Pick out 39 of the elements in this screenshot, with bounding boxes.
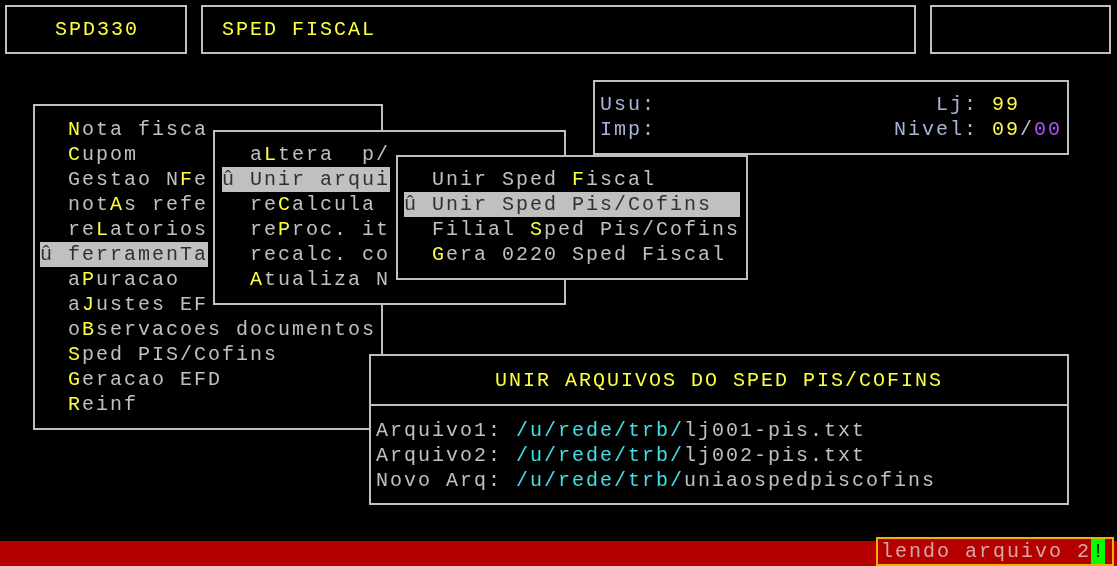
user-label: Usu: [600, 92, 656, 117]
menu-item[interactable]: Unir Sped Fiscal [404, 167, 741, 192]
menu-item[interactable]: oBservacoes documentos [40, 317, 377, 342]
menu-item[interactable]: Cupom [40, 142, 139, 167]
store-value: 99 [992, 93, 1020, 116]
path-value: /u/rede/trb/lj001-pis.txt [516, 418, 867, 443]
menu-item[interactable]: re Latorios [40, 217, 209, 242]
field-label: Novo Arq: [376, 468, 503, 493]
menu-item[interactable]: Nota fisca [40, 117, 209, 142]
menu-item[interactable]: û Unir Sped Pis/Cofins [404, 192, 741, 217]
level-label: Nivel: [893, 118, 978, 141]
field-label: Arquivo2: [376, 443, 503, 468]
menu-item[interactable]: recalc. co [222, 242, 391, 267]
dialog-title: UNIR ARQUIVOS DO SPED PIS/COFINS [494, 367, 944, 393]
menu-item[interactable]: aL tera p/ [222, 142, 391, 167]
menu-item[interactable]: Sped PIS/Cofins [40, 342, 279, 367]
menu-item[interactable]: Reinf [40, 392, 139, 417]
status-message: lendo arquivo 2 [881, 539, 1092, 564]
menu-item[interactable]: aJ ustes EF [40, 292, 209, 317]
path-value: /u/rede/trb/lj002-pis.txt [516, 443, 867, 468]
menu-item[interactable]: Filial Sped Pis/Cofins [404, 217, 741, 242]
menu-item[interactable]: Geracao EFD [40, 367, 223, 392]
level-value: 09/00 [991, 118, 1062, 141]
field-label: Arquivo1: [376, 418, 503, 443]
path-value: /u/rede/trb/uniaospedpiscofins [516, 468, 937, 493]
menu-item[interactable]: û Unir arqui [222, 167, 391, 192]
menu-item[interactable]: aPuracao [40, 267, 181, 292]
menu-item[interactable]: reP roc. it [222, 217, 391, 242]
menu-item[interactable]: reCalcula [222, 192, 377, 217]
store-label: Lj: [935, 93, 978, 116]
menu-item[interactable]: Gera 0220 Sped Fiscal [404, 242, 741, 267]
menu-item[interactable]: Atualiza N [222, 267, 391, 292]
screen-title: SPED FISCAL [222, 17, 377, 42]
program-code: SPD330 [55, 17, 139, 42]
menu-item[interactable]: Gestao N Fe [40, 167, 209, 192]
menu-item[interactable]: notAs refe [40, 192, 209, 217]
printer-label: Imp: [600, 117, 656, 142]
text-cursor: ! [1091, 539, 1106, 564]
menu-item[interactable]: û ferramenTa [40, 242, 209, 267]
